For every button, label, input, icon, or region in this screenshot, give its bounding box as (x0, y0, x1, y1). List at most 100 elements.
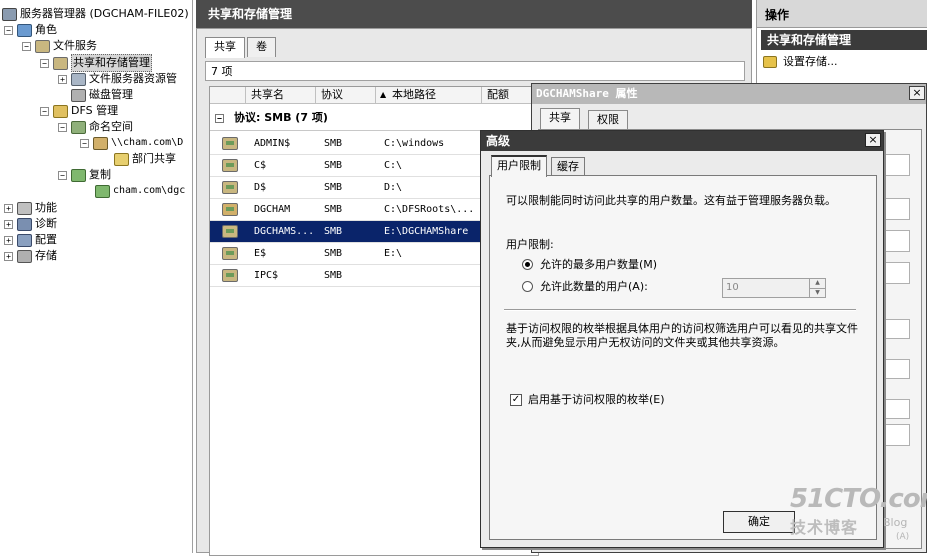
tab-user-limit[interactable]: 用户限制 (491, 155, 547, 177)
tree-label: 存储 (35, 249, 57, 262)
sort-up-icon: ▲ (380, 90, 387, 99)
tree-label: 文件服务 (53, 39, 97, 52)
cell-local-path: C:\windows (384, 138, 445, 149)
collapse-icon[interactable]: − (22, 41, 31, 51)
tab-caching[interactable]: 缓存 (551, 157, 585, 177)
collapse-icon[interactable]: − (58, 122, 67, 132)
close-icon[interactable]: × (909, 86, 925, 100)
tree-label: \\cham.com\D (111, 137, 184, 148)
expand-icon[interactable]: + (4, 219, 13, 229)
abe-description: 基于访问权限的枚举根据具体用户的访问权筛选用户可以看见的共享文件夹,从而避免显示… (506, 322, 858, 349)
namespace-share-icon (222, 203, 238, 216)
cell-protocol: SMB (324, 204, 343, 215)
expand-icon[interactable]: + (4, 235, 13, 245)
tree-item-config[interactable]: + 配置 (4, 232, 57, 248)
share-icon (222, 181, 238, 194)
action-provision-storage[interactable]: 设置存储... (763, 53, 838, 71)
user-count-stepper[interactable]: 10 ▲ ▼ (722, 278, 826, 298)
field-share-path[interactable] (884, 198, 910, 220)
column-header-local-path[interactable]: ▲ 本地路径 (376, 87, 482, 104)
tree-item-file-services[interactable]: − 文件服务 (22, 38, 97, 54)
cell-local-path: E:\ (384, 248, 403, 259)
cell-share-name: C$ (254, 160, 267, 171)
field-user-limit[interactable] (884, 319, 910, 339)
field-share-name[interactable] (884, 154, 910, 176)
stepper-down-icon[interactable]: ▼ (809, 288, 825, 297)
collapse-icon[interactable]: − (80, 138, 89, 148)
namespace-root-icon (93, 136, 108, 150)
actions-section-title[interactable]: 共享和存储管理 (761, 30, 927, 50)
group-header-smb[interactable]: − 协议: SMB (7 项) (210, 105, 538, 131)
radio-max-users-label[interactable]: 允许的最多用户数量(M) (540, 258, 657, 272)
tree-item-repl-group[interactable]: cham.com\dgc (95, 183, 185, 199)
dialog-title: DGCHAMShare 属性 (532, 84, 926, 104)
tree-label: 命名空间 (89, 120, 133, 133)
column-header-spacer (210, 87, 246, 104)
field-advanced[interactable] (884, 424, 910, 446)
field-abe[interactable] (884, 399, 910, 419)
replication-icon (71, 168, 86, 182)
replication-group-icon (95, 184, 110, 198)
cell-share-name: IPC$ (254, 270, 279, 281)
tree-item-fsrm[interactable]: + 文件服务器资源管 (58, 71, 177, 87)
expand-icon[interactable]: + (4, 251, 13, 261)
cell-share-name: DGCHAMS... (254, 226, 315, 237)
stepper-up-icon[interactable]: ▲ (809, 279, 825, 288)
field-comment[interactable] (884, 262, 910, 284)
tree-item-dept-share[interactable]: 部门共享 (114, 151, 176, 167)
tree-item-roles[interactable]: − 角色 (4, 22, 57, 38)
cell-local-path: E:\DGCHAMShare (384, 226, 469, 237)
field-description[interactable] (884, 230, 910, 252)
tree-item-dfs-mgmt[interactable]: − DFS 管理 (40, 103, 118, 119)
tree-item-namespaces[interactable]: − 命名空间 (58, 119, 133, 135)
radio-user-count[interactable] (522, 281, 533, 292)
expand-icon[interactable]: + (4, 203, 13, 213)
radio-max-users[interactable] (522, 259, 533, 270)
tree-item-features[interactable]: + 功能 (4, 200, 57, 216)
collapse-icon[interactable]: − (40, 106, 49, 116)
pane-title: 共享和存储管理 (196, 0, 752, 28)
tree-label: 磁盘管理 (89, 88, 133, 101)
cell-share-name: ADMIN$ (254, 138, 291, 149)
tree-label: cham.com\dgc (113, 185, 186, 196)
collapse-icon[interactable]: − (4, 25, 13, 35)
tree-item-replication[interactable]: − 复制 (58, 167, 111, 183)
abe-checkbox-label[interactable]: 启用基于访问权限的枚举(E) (528, 393, 665, 407)
tree-label: 服务器管理器 (DGCHAM-FILE02) (20, 7, 189, 20)
ok-button[interactable]: 确定 (723, 511, 795, 533)
tree-item-storage[interactable]: + 存储 (4, 248, 57, 264)
tree-label: 配置 (35, 233, 57, 246)
tab-share[interactable]: 共享 (540, 108, 580, 129)
group-label: 协议: SMB (7 项) (234, 111, 328, 124)
tab-permissions[interactable]: 权限 (588, 110, 628, 130)
watermark-caption: 技术博客 (790, 518, 859, 537)
expand-icon[interactable]: + (58, 74, 67, 84)
share-storage-icon (53, 56, 68, 70)
column-header-protocol[interactable]: 协议 (316, 87, 376, 104)
collapse-icon[interactable]: − (58, 170, 67, 180)
tree-label: 复制 (89, 168, 111, 181)
tab-shares[interactable]: 共享 (205, 37, 245, 58)
tree-item-server-manager[interactable]: 服务器管理器 (DGCHAM-FILE02) (2, 6, 189, 22)
item-count: 7 项 (205, 61, 745, 81)
collapse-icon[interactable]: − (215, 114, 224, 123)
cell-local-path: C:\DFSRoots\... (384, 204, 475, 215)
tree-item-share-storage[interactable]: − 共享和存储管理 (40, 54, 152, 72)
dfs-icon (53, 104, 68, 118)
abe-checkbox[interactable]: ✓ (510, 394, 522, 406)
config-icon (17, 233, 32, 247)
navigation-tree: 服务器管理器 (DGCHAM-FILE02) − 角色 − 文件服务 − 共享和… (0, 0, 193, 553)
field-offline[interactable] (884, 359, 910, 379)
share-icon (222, 247, 238, 260)
tab-volumes[interactable]: 卷 (247, 37, 276, 57)
column-header-share-name[interactable]: 共享名 (246, 87, 316, 104)
close-icon[interactable]: × (865, 133, 881, 147)
tree-item-disk-mgmt[interactable]: 磁盘管理 (71, 87, 133, 103)
cell-protocol: SMB (324, 226, 343, 237)
tree-item-ns-root[interactable]: − \\cham.com\D (80, 135, 183, 151)
collapse-icon[interactable]: − (40, 58, 49, 68)
watermark-blog: Blog (883, 516, 908, 529)
tree-item-diagnostics[interactable]: + 诊断 (4, 216, 57, 232)
features-icon (17, 201, 32, 215)
radio-user-count-label[interactable]: 允许此数量的用户(A): (540, 280, 648, 294)
